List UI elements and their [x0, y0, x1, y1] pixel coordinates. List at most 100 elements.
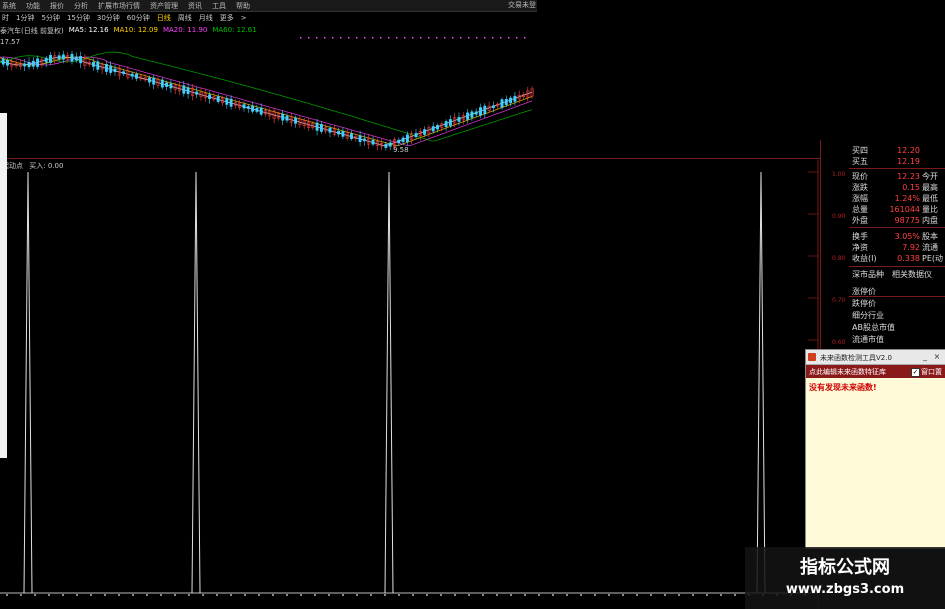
watermark: 指标公式网 www.zbgs3.com	[745, 547, 945, 609]
candle-body	[259, 107, 263, 115]
candle-body	[49, 55, 52, 63]
trade-login-label[interactable]: 交易未登	[508, 0, 536, 11]
axis-dot	[356, 594, 358, 596]
candle-body	[414, 133, 418, 138]
quote-label: 收益(I)	[852, 254, 877, 263]
candle-body	[436, 125, 439, 130]
quote-info-label: 涨停价	[852, 287, 876, 296]
quote-info-row: 涨停价	[821, 286, 945, 297]
period-tab-10[interactable]: >	[241, 14, 247, 22]
quote-label: 外盘	[852, 216, 868, 225]
menu-bar: 系统 功能 报价 分析 扩展市场行情 资产管理 资讯 工具 帮助	[0, 0, 537, 12]
axis-dot	[454, 594, 456, 596]
candle-body	[483, 105, 487, 114]
quote-label: 买五	[852, 157, 868, 166]
period-tab-8[interactable]: 月线	[199, 13, 213, 23]
quote-separator	[849, 168, 945, 169]
signal-marker	[468, 37, 470, 39]
quote-row: 净资 7.92 流通	[821, 242, 945, 253]
ma20-label: MA20: 11.90	[162, 26, 208, 34]
period-tab-4[interactable]: 30分钟	[97, 13, 120, 23]
candle-body	[504, 99, 508, 105]
period-tab-3[interactable]: 15分钟	[67, 13, 90, 23]
axis-dot	[636, 594, 638, 596]
signal-marker	[516, 37, 518, 39]
candle-body	[61, 54, 65, 60]
minimize-button[interactable]: _	[920, 352, 930, 362]
menu-item-4[interactable]: 扩展市场行情	[98, 1, 140, 11]
candle-body	[70, 53, 74, 62]
quote-label-secondary: 最低	[922, 194, 938, 203]
edit-library-link[interactable]: 点此编辑未来函数特征库	[809, 367, 886, 377]
menu-item-6[interactable]: 资讯	[188, 1, 202, 11]
candle-body	[281, 113, 285, 121]
candle-body	[466, 112, 470, 120]
candle-body	[431, 126, 435, 132]
indicator-chart[interactable]	[0, 160, 850, 609]
signal-marker	[332, 37, 334, 39]
menu-item-1[interactable]: 功能	[26, 1, 40, 11]
ma10-label: MA10: 12.09	[113, 26, 158, 34]
quote-info-label: AB股总市值	[852, 323, 895, 332]
signal-marker	[436, 37, 438, 39]
quote-link-1[interactable]: 相关数据仪	[892, 269, 932, 280]
candle-body	[251, 105, 255, 112]
menu-item-0[interactable]: 系统	[2, 1, 16, 11]
period-tab-5[interactable]: 60分钟	[127, 13, 150, 23]
period-tab-0[interactable]: 时	[2, 13, 9, 23]
quote-row: 买五 12.19	[821, 156, 945, 167]
menu-item-3[interactable]: 分析	[74, 1, 88, 11]
quote-value: 12.20	[897, 146, 920, 155]
axis-dot	[580, 594, 582, 596]
axis-dot	[230, 594, 232, 596]
axis-dot	[510, 594, 512, 596]
period-tab-2[interactable]: 5分钟	[41, 13, 59, 23]
quote-value: 12.19	[897, 157, 920, 166]
candlestick-chart[interactable]	[0, 36, 535, 156]
menu-item-2[interactable]: 报价	[50, 1, 64, 11]
candle-body	[371, 140, 375, 145]
period-tab-9[interactable]: 更多	[220, 13, 234, 23]
period-tab-7[interactable]: 周线	[178, 13, 192, 23]
quote-row: 换手 3.05% 股本	[821, 231, 945, 242]
candle-body	[423, 129, 427, 135]
quote-label-secondary: 股本	[922, 232, 938, 241]
topmost-checkbox[interactable]: ✓	[911, 368, 920, 377]
period-tab-1[interactable]: 1分钟	[16, 13, 34, 23]
candle-body	[500, 99, 504, 108]
ma-line	[0, 56, 533, 147]
axis-dot	[552, 594, 554, 596]
buy-signal-spike	[756, 171, 766, 594]
quote-row: 涨跌 0.15 最高	[821, 182, 945, 193]
candle-body	[384, 143, 388, 148]
topmost-label: 窗口置	[921, 368, 942, 376]
dialog-titlebar[interactable]: 未来函数检测工具V2.0 _ ×	[806, 350, 945, 365]
signal-marker	[500, 37, 502, 39]
candle-body	[255, 107, 259, 112]
quote-label: 涨幅	[852, 194, 868, 203]
candle-body	[229, 98, 233, 107]
period-tab-6[interactable]: 日线	[157, 13, 171, 23]
close-button[interactable]: ×	[932, 352, 942, 362]
candle-body	[130, 73, 134, 77]
menu-item-8[interactable]: 帮助	[236, 1, 250, 11]
menu-item-5[interactable]: 资产管理	[150, 1, 178, 11]
quote-value: 1.24%	[894, 194, 920, 203]
axis-dot	[244, 594, 246, 596]
axis-dot	[286, 594, 288, 596]
future-function-dialog[interactable]: 未来函数检测工具V2.0 _ × 点此编辑未来函数特征库 ✓ 窗口置 没有发现未…	[805, 349, 945, 549]
candle-body	[195, 91, 199, 95]
menu-item-7[interactable]: 工具	[212, 1, 226, 11]
indicator-axis-tick: 0.80	[832, 255, 846, 262]
axis-dot	[370, 594, 372, 596]
signal-marker	[380, 37, 382, 39]
quote-link-0[interactable]: 深市品种	[852, 269, 884, 280]
quote-label-secondary: PE(动	[922, 254, 943, 263]
axis-dot	[496, 594, 498, 596]
indicator-axis-tick: 0.90	[832, 213, 846, 220]
signal-marker	[316, 37, 318, 39]
axis-dot	[538, 594, 540, 596]
candle-body	[74, 56, 78, 61]
period-bar: 时 1分钟 5分钟 15分钟 30分钟 60分钟 日线 周线 月线 更多 >	[0, 12, 537, 24]
signal-marker	[388, 37, 390, 39]
